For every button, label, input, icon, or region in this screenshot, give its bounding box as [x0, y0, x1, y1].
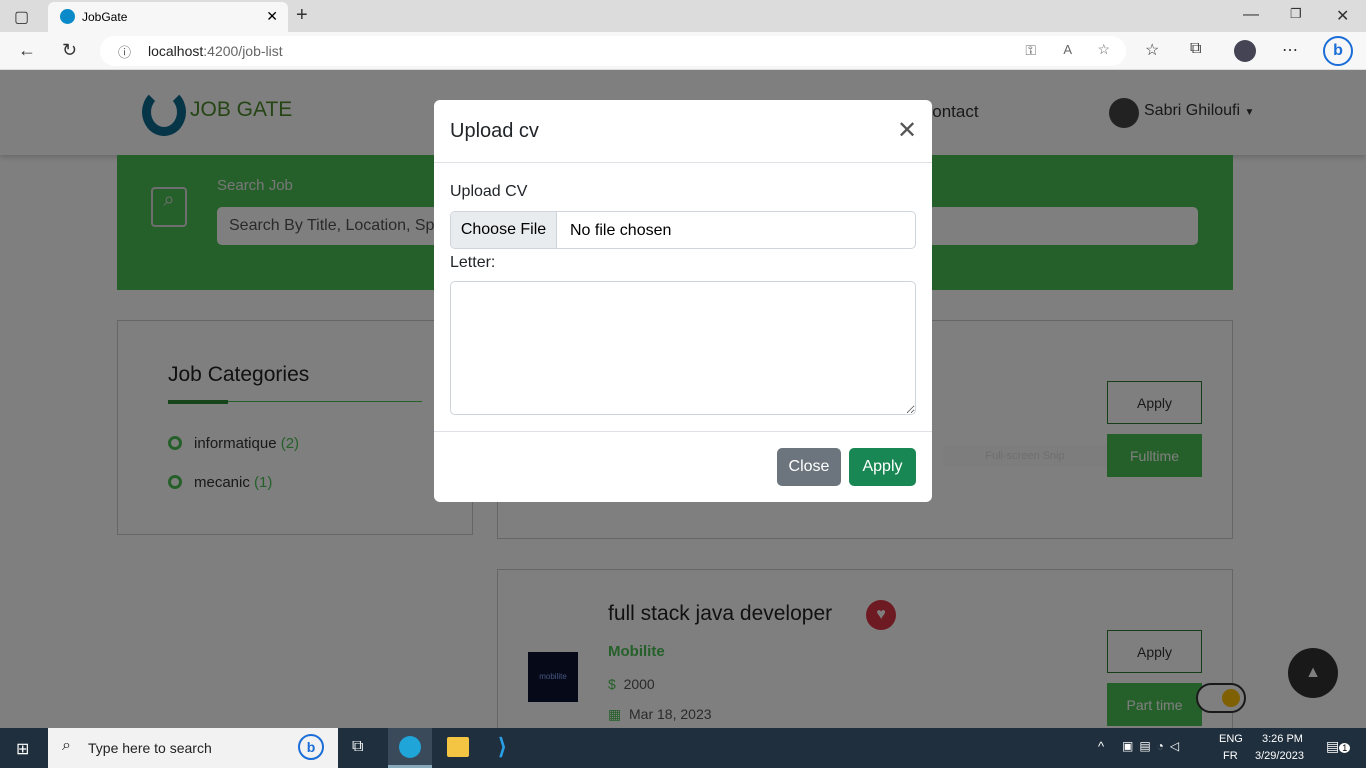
bing-icon[interactable]: b — [1323, 36, 1353, 66]
browser-tab-bar: ▢ JobGate ✕ + — ❐ ✕ — [0, 0, 1366, 32]
back-icon[interactable]: ← — [18, 40, 36, 61]
url-path: :4200/job-list — [203, 43, 283, 59]
upload-cv-modal: Upload cv ✕ Upload CV Choose File No fil… — [434, 100, 932, 502]
windows-start-icon[interactable]: ⊞ — [16, 739, 29, 759]
info-icon: ⓘ — [118, 45, 132, 60]
file-explorer-icon[interactable] — [447, 737, 469, 757]
language-indicator[interactable]: ENG — [1219, 733, 1243, 745]
choose-file-button[interactable]: Choose File — [451, 212, 557, 248]
read-aloud-icon[interactable]: A — [1063, 42, 1072, 57]
search-icon: ⌕ — [62, 737, 71, 754]
upload-cv-label: Upload CV — [450, 183, 528, 200]
edge-taskbar-icon[interactable] — [388, 728, 432, 768]
favicon-icon — [60, 9, 75, 24]
taskbar-search-placeholder: Type here to search — [88, 740, 212, 756]
file-status: No file chosen — [570, 222, 672, 239]
taskbar-search[interactable]: ⌕ Type here to search b — [48, 728, 338, 768]
edge-icon — [399, 736, 421, 758]
close-button[interactable]: Close — [777, 448, 841, 486]
browser-tab[interactable]: JobGate ✕ — [48, 2, 288, 32]
profile-avatar[interactable] — [1234, 40, 1256, 62]
minimize-icon[interactable]: — — [1243, 6, 1259, 24]
close-tab-icon[interactable]: ✕ — [266, 8, 278, 25]
vscode-icon[interactable]: ⟩ — [498, 734, 507, 760]
bing-icon[interactable]: b — [298, 734, 324, 760]
new-tab-icon[interactable]: + — [296, 4, 308, 27]
url-input[interactable]: ⓘ localhost:4200/job-list ⚿ A ☆ — [100, 36, 1126, 66]
notification-count: 1 — [1339, 743, 1351, 753]
divider — [434, 431, 932, 432]
notifications-icon[interactable]: ▤ 1 — [1326, 738, 1351, 755]
url-host: localhost — [148, 43, 204, 59]
close-window-icon[interactable]: ✕ — [1336, 6, 1349, 26]
modal-title: Upload cv — [450, 120, 539, 142]
address-bar-row: ← ↻ ⓘ localhost:4200/job-list ⚿ A ☆ ☆ ⧉ … — [0, 32, 1366, 70]
more-icon[interactable]: ⋯ — [1282, 40, 1298, 60]
divider — [434, 162, 932, 163]
taskbar: ⊞ ⌕ Type here to search b ⧉ ⟩ ^ ▣▤◔◁ ENG… — [0, 728, 1366, 768]
favorites-icon[interactable]: ☆ — [1145, 40, 1159, 60]
task-view-icon[interactable]: ⧉ — [352, 738, 363, 756]
tab-title: JobGate — [82, 10, 128, 24]
show-hidden-icons[interactable]: ^ — [1098, 739, 1104, 754]
sidebar-toggle-icon[interactable]: ▢ — [14, 7, 29, 27]
restore-icon[interactable]: ❐ — [1290, 6, 1302, 22]
key-icon[interactable]: ⚿ — [1025, 42, 1036, 59]
add-favorite-icon[interactable]: ☆ — [1097, 41, 1110, 58]
letter-textarea[interactable] — [450, 281, 916, 415]
system-tray-icons[interactable]: ▣▤◔◁ — [1122, 739, 1185, 753]
refresh-icon[interactable]: ↻ — [62, 40, 77, 61]
apply-button[interactable]: Apply — [849, 448, 916, 486]
close-icon[interactable]: ✕ — [897, 116, 917, 145]
keyboard-layout[interactable]: FR — [1223, 750, 1238, 762]
file-input[interactable]: Choose File No file chosen — [450, 211, 916, 249]
clock-time[interactable]: 3:26 PM — [1262, 733, 1303, 745]
letter-label: Letter: — [450, 254, 496, 271]
clock-date[interactable]: 3/29/2023 — [1255, 750, 1304, 762]
collections-icon[interactable]: ⧉ — [1190, 40, 1201, 58]
